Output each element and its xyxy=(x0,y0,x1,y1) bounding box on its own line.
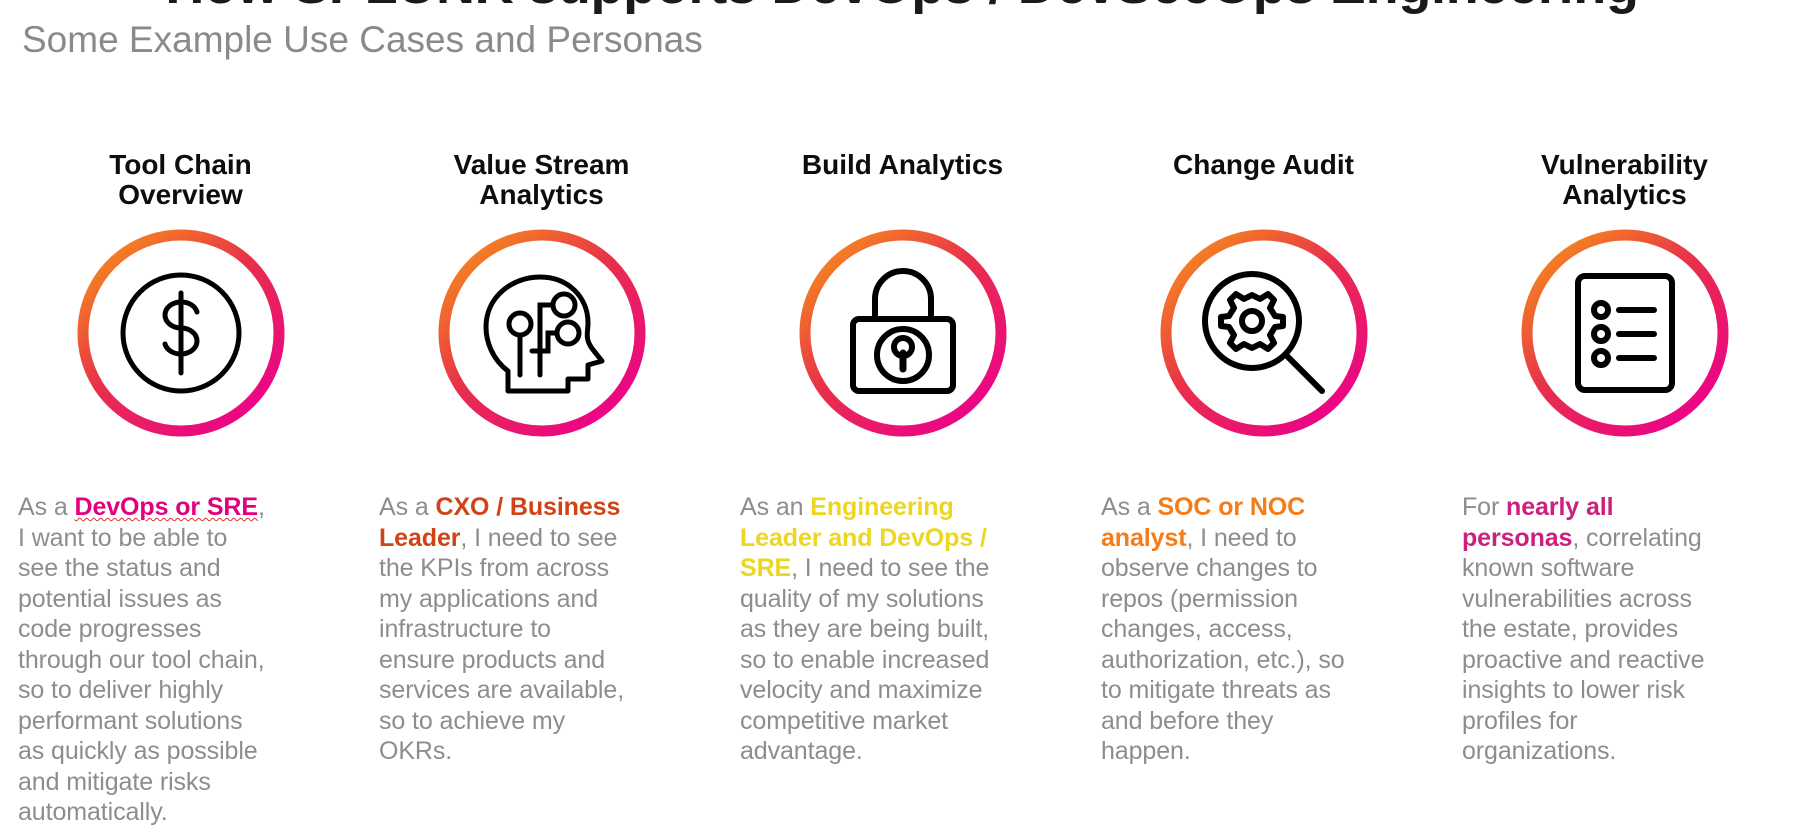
use-case-column-vulnerability-analytics: Vulnerability Analytics For nearly all p… xyxy=(1444,150,1805,767)
padlock-icon xyxy=(849,268,956,394)
persona-lead: As a xyxy=(1101,493,1158,521)
icon-badge xyxy=(437,228,647,438)
use-case-column-tool-chain-overview: Tool Chain Overview As a DevOps or SRE, … xyxy=(0,150,361,828)
persona-rest: , I need to see the KPIs from across my … xyxy=(379,523,625,766)
dollar-sign-circle-icon xyxy=(120,272,241,394)
column-heading-line1: Build Analytics xyxy=(801,149,1004,180)
checklist-document-icon xyxy=(1574,273,1675,393)
persona-description: As a SOC or NOC analyst, I need to obser… xyxy=(1101,492,1353,767)
persona-description: As a CXO / Business Leader, I need to se… xyxy=(379,492,631,767)
use-case-column-value-stream-analytics: Value Stream Analytics As a CXO / Busine… xyxy=(361,150,722,767)
persona-lead: As an xyxy=(740,493,811,521)
persona-description: For nearly all personas, correlating kno… xyxy=(1462,492,1730,767)
column-heading: Value Stream Analytics xyxy=(444,150,640,216)
persona-description: As a DevOps or SRE, I want to be able to… xyxy=(18,492,270,828)
use-case-column-change-audit: Change Audit As a SOC or NOC analyst, I … xyxy=(1083,150,1444,767)
page-title: How SPLUNK supports DevOps / DevSecOps E… xyxy=(22,0,1782,14)
persona-lead: As a xyxy=(18,493,75,521)
persona-rest: , I need to see the quality of my soluti… xyxy=(740,554,990,765)
icon-badge xyxy=(1520,228,1730,438)
icon-badge xyxy=(798,228,1008,438)
column-heading-line2: Analytics xyxy=(479,179,604,210)
column-heading-line1: Vulnerability xyxy=(1540,149,1708,180)
use-case-column-build-analytics: Build Analytics As an Engineering Leader… xyxy=(722,150,1083,767)
persona-description: As an Engineering Leader and DevOps / SR… xyxy=(740,492,992,767)
use-case-columns: Tool Chain Overview As a DevOps or SRE, … xyxy=(0,150,1805,828)
magnifier-gear-icon xyxy=(1201,271,1325,394)
column-heading: Tool Chain Overview xyxy=(99,150,262,216)
column-heading-line2: Analytics xyxy=(1562,179,1687,210)
persona-lead: As a xyxy=(379,493,436,521)
persona-rest: , correlating known software vulnerabili… xyxy=(1462,523,1705,766)
persona-rest: , I want to be able to see the status an… xyxy=(18,493,265,826)
column-heading-line2: Overview xyxy=(118,179,243,210)
column-heading-line1: Change Audit xyxy=(1173,149,1354,180)
column-heading: Build Analytics xyxy=(792,150,1013,216)
icon-badge xyxy=(1159,228,1369,438)
column-heading-line1: Value Stream xyxy=(453,149,630,180)
persona-role: DevOps or SRE xyxy=(74,493,258,521)
column-heading: Vulnerability Analytics xyxy=(1531,150,1718,216)
page-subtitle: Some Example Use Cases and Personas xyxy=(22,19,703,60)
ai-head-circuit-icon xyxy=(483,274,604,394)
page-header: How SPLUNK supports DevOps / DevSecOps E… xyxy=(22,0,1782,62)
column-heading-line1: Tool Chain xyxy=(109,149,252,180)
persona-lead: For xyxy=(1462,493,1507,521)
icon-badge xyxy=(76,228,286,438)
column-heading: Change Audit xyxy=(1163,150,1364,216)
persona-rest: , I need to observe changes to repos (pe… xyxy=(1101,523,1345,766)
